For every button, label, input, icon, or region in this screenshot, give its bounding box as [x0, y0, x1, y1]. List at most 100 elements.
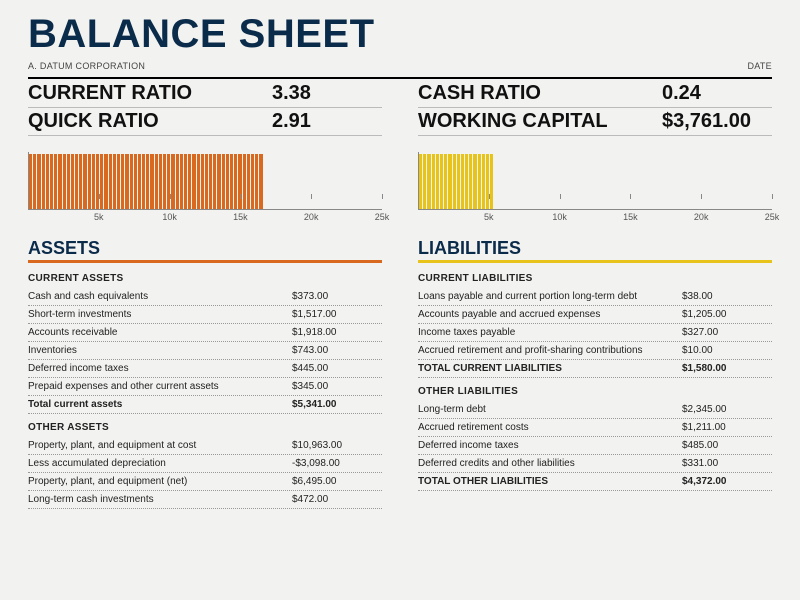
line-item: Accounts payable and accrued expenses $1,… [418, 306, 772, 324]
line-item: Prepaid expenses and other current asset… [28, 378, 382, 396]
page-title: BALANCE SHEET [28, 12, 772, 57]
ratio-row: QUICK RATIO 2.91 [28, 108, 382, 136]
line-label: Deferred income taxes [28, 363, 129, 374]
line-label: Long-term debt [418, 404, 486, 415]
line-value: $1,517.00 [292, 309, 382, 320]
line-label: Loans payable and current portion long-t… [418, 291, 637, 302]
assets-column: ASSETS CURRENT ASSETS Cash and cash equiva… [28, 234, 382, 509]
ratios-left: CURRENT RATIO 3.38 QUICK RATIO 2.91 [28, 80, 382, 136]
line-item: Short-term investments $1,517.00 [28, 306, 382, 324]
line-value: $38.00 [682, 291, 772, 302]
line-label: Income taxes payable [418, 327, 515, 338]
line-item: Deferred income taxes $445.00 [28, 360, 382, 378]
ratio-label: WORKING CAPITAL [418, 110, 608, 133]
ratio-value: 3.38 [272, 82, 382, 105]
line-value: $1,205.00 [682, 309, 772, 320]
line-item: Property, plant, and equipment at cost $1… [28, 437, 382, 455]
ratio-row: CASH RATIO 0.24 [418, 80, 772, 108]
ratio-row: CURRENT RATIO 3.38 [28, 80, 382, 108]
line-value: $5,341.00 [292, 399, 382, 410]
axis-tick: 10k [162, 212, 177, 222]
line-item: Accrued retirement and profit-sharing co… [418, 342, 772, 360]
group-title: OTHER ASSETS [28, 422, 382, 433]
axis-tick: 15k [623, 212, 638, 222]
line-value: $743.00 [292, 345, 382, 356]
line-item: Cash and cash equivalents $373.00 [28, 288, 382, 306]
line-label: Accrued retirement costs [418, 422, 529, 433]
line-value: -$3,098.00 [292, 458, 382, 469]
line-value: $10,963.00 [292, 440, 382, 451]
line-label: Accounts receivable [28, 327, 118, 338]
line-label: Prepaid expenses and other current asset… [28, 381, 219, 392]
company-name: A. DATUM CORPORATION [28, 61, 145, 71]
line-value: $4,372.00 [682, 476, 772, 487]
line-item: TOTAL OTHER LIABILITIES $4,372.00 [418, 473, 772, 491]
group-title: CURRENT LIABILITIES [418, 273, 772, 284]
line-label: Cash and cash equivalents [28, 291, 148, 302]
chart-right: 5k10k15k20k25k [418, 146, 772, 228]
line-value: $1,918.00 [292, 327, 382, 338]
line-value: $327.00 [682, 327, 772, 338]
line-value: $472.00 [292, 494, 382, 505]
axis-tick: 25k [375, 212, 390, 222]
axis-tick: 10k [552, 212, 567, 222]
line-value: $10.00 [682, 345, 772, 356]
liabilities-column: LIABILITIES CURRENT LIABILITIES Loans paya… [418, 234, 772, 509]
ratio-row: WORKING CAPITAL $3,761.00 [418, 108, 772, 136]
axis-tick: 25k [765, 212, 780, 222]
section-header: LIABILITIES [418, 238, 772, 263]
line-label: Total current assets [28, 399, 122, 410]
line-label: Long-term cash investments [28, 494, 154, 505]
line-label: Inventories [28, 345, 77, 356]
chart-left: 5k10k15k20k25k [28, 146, 382, 228]
line-item: Total current assets $5,341.00 [28, 396, 382, 414]
line-label: TOTAL OTHER LIABILITIES [418, 476, 548, 487]
axis-tick: 20k [694, 212, 709, 222]
line-label: Less accumulated depreciation [28, 458, 166, 469]
section-header: ASSETS [28, 238, 382, 263]
ratios-right: CASH RATIO 0.24 WORKING CAPITAL $3,761.00 [418, 80, 772, 136]
line-value: $445.00 [292, 363, 382, 374]
group-title: OTHER LIABILITIES [418, 386, 772, 397]
axis-tick: 15k [233, 212, 248, 222]
ratio-label: CURRENT RATIO [28, 82, 192, 105]
line-label: Deferred credits and other liabilities [418, 458, 575, 469]
line-item: Accrued retirement costs $1,211.00 [418, 419, 772, 437]
line-item: Less accumulated depreciation -$3,098.00 [28, 455, 382, 473]
line-item: Loans payable and current portion long-t… [418, 288, 772, 306]
line-label: Deferred income taxes [418, 440, 519, 451]
line-value: $331.00 [682, 458, 772, 469]
line-value: $485.00 [682, 440, 772, 451]
line-label: Accounts payable and accrued expenses [418, 309, 600, 320]
line-item: Income taxes payable $327.00 [418, 324, 772, 342]
line-label: Short-term investments [28, 309, 131, 320]
line-item: Long-term cash investments $472.00 [28, 491, 382, 509]
line-value: $373.00 [292, 291, 382, 302]
axis-tick: 5k [484, 212, 494, 222]
line-label: Accrued retirement and profit-sharing co… [418, 345, 643, 356]
line-value: $2,345.00 [682, 404, 772, 415]
line-label: TOTAL CURRENT LIABILITIES [418, 363, 562, 374]
date-label: DATE [747, 61, 772, 71]
line-label: Property, plant, and equipment (net) [28, 476, 187, 487]
ratio-label: CASH RATIO [418, 82, 541, 105]
line-item: Inventories $743.00 [28, 342, 382, 360]
line-value: $345.00 [292, 381, 382, 392]
line-value: $1,580.00 [682, 363, 772, 374]
line-item: TOTAL CURRENT LIABILITIES $1,580.00 [418, 360, 772, 378]
ratio-value: 2.91 [272, 110, 382, 133]
line-item: Property, plant, and equipment (net) $6,4… [28, 473, 382, 491]
ratio-label: QUICK RATIO [28, 110, 159, 133]
line-value: $6,495.00 [292, 476, 382, 487]
axis-tick: 5k [94, 212, 104, 222]
ratio-value: $3,761.00 [662, 110, 772, 133]
line-label: Property, plant, and equipment at cost [28, 440, 196, 451]
line-item: Deferred credits and other liabilities $3… [418, 455, 772, 473]
axis-tick: 20k [304, 212, 319, 222]
group-title: CURRENT ASSETS [28, 273, 382, 284]
line-value: $1,211.00 [682, 422, 772, 433]
line-item: Deferred income taxes $485.00 [418, 437, 772, 455]
line-item: Accounts receivable $1,918.00 [28, 324, 382, 342]
ratio-value: 0.24 [662, 82, 772, 105]
line-item: Long-term debt $2,345.00 [418, 401, 772, 419]
